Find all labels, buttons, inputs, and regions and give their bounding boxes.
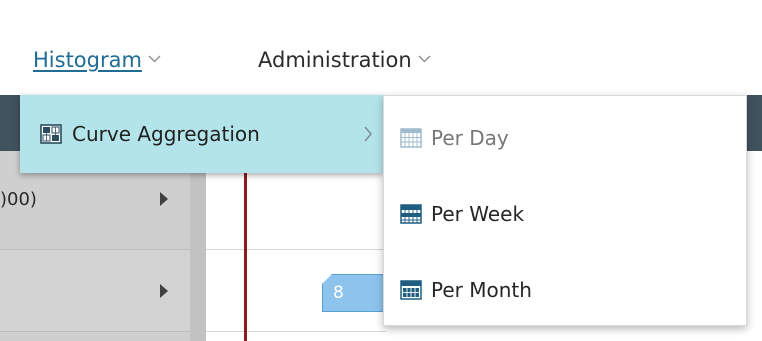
menu-item-per-day-label: Per Day — [431, 126, 509, 150]
submenu-curve-aggregation: Per Day Per Week Per Month — [383, 95, 747, 326]
histogram-value-badge[interactable]: 8 — [322, 274, 386, 312]
chevron-down-icon — [148, 52, 161, 65]
menu-histogram-label: Histogram — [33, 48, 142, 72]
expand-arrow-icon[interactable] — [160, 284, 168, 298]
menu-item-curve-aggregation-label: Curve Aggregation — [72, 122, 260, 146]
menu-item-per-week[interactable]: Per Week — [400, 198, 524, 230]
row-label: )00) — [0, 189, 37, 210]
badge-value: 8 — [333, 283, 344, 303]
menu-bar: Histogram Administration — [0, 0, 762, 95]
chevron-right-icon — [363, 126, 373, 146]
menu-item-per-day[interactable]: Per Day — [400, 122, 509, 154]
calendar-week-icon — [400, 204, 422, 224]
calendar-day-icon — [400, 128, 422, 148]
left-panel-scrollbar[interactable] — [190, 151, 206, 341]
current-time-line — [244, 151, 247, 341]
left-panel: )00) — [0, 151, 206, 341]
expand-arrow-icon[interactable] — [160, 192, 168, 206]
calendar-month-icon — [400, 280, 422, 300]
chevron-down-icon — [418, 52, 431, 65]
grid-icon — [40, 124, 62, 144]
grid-row[interactable] — [0, 332, 190, 341]
menu-administration-label: Administration — [258, 48, 412, 72]
submenu-histogram: Curve Aggregation — [20, 95, 383, 173]
grid-row[interactable] — [0, 250, 190, 332]
menu-histogram[interactable]: Histogram — [33, 44, 161, 76]
row-divider — [206, 331, 386, 332]
menu-item-per-month-label: Per Month — [431, 278, 532, 302]
menu-item-per-month[interactable]: Per Month — [400, 274, 532, 306]
menu-administration[interactable]: Administration — [258, 44, 431, 76]
menu-item-per-week-label: Per Week — [431, 202, 525, 226]
row-divider — [206, 249, 386, 250]
menu-item-curve-aggregation[interactable]: Curve Aggregation — [40, 119, 260, 149]
